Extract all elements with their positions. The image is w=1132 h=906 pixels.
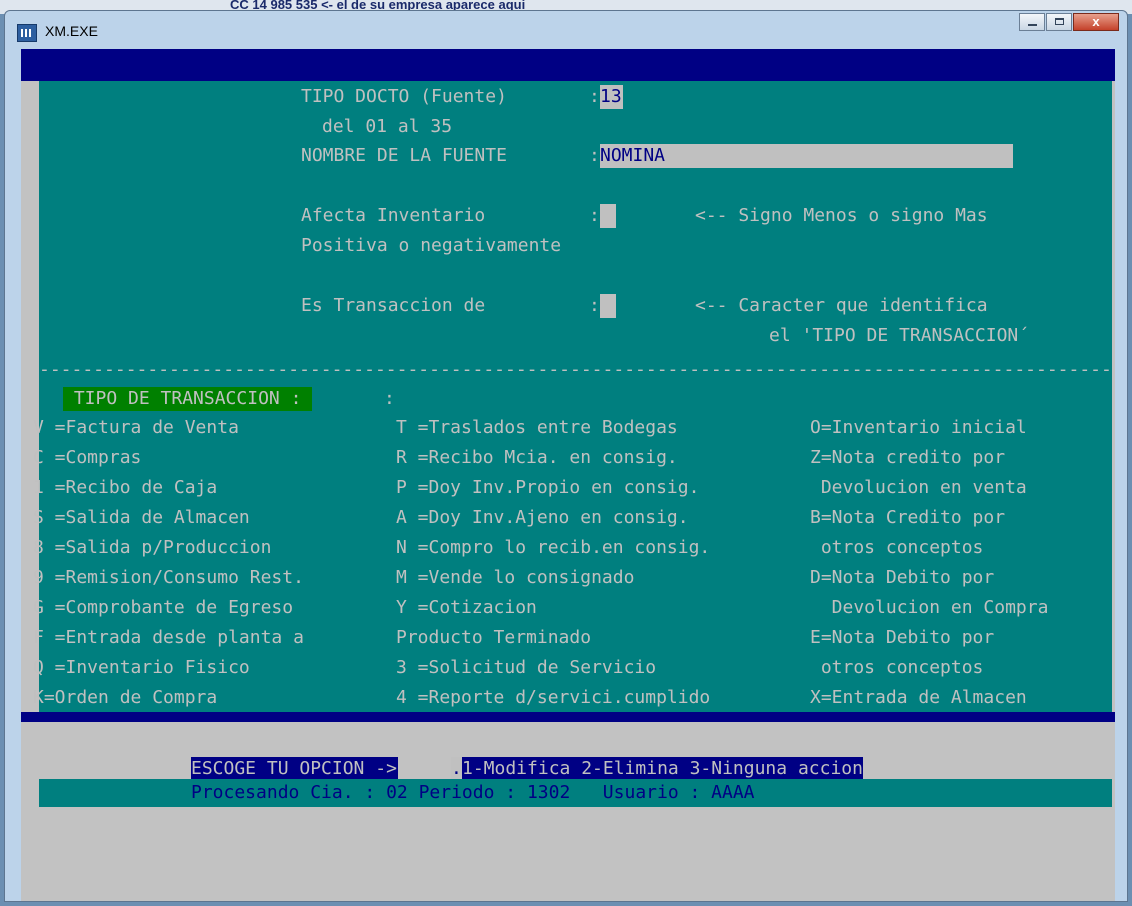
nombre-colon: : — [589, 145, 600, 166]
close-button[interactable]: x — [1073, 13, 1119, 31]
option-list-item: 8 =Salida p/Produccion — [33, 537, 272, 558]
option-list-item: N =Compro lo recib.en consig. — [396, 537, 711, 558]
console-window: XM.EXE x TIPO DOCTO (Fuente) : 13 del 01… — [4, 10, 1128, 902]
option-list-item: Y =Cotizacion — [396, 597, 537, 618]
option-list-item: P =Doy Inv.Propio en consig. — [396, 477, 700, 498]
range-hint: del 01 al 35 — [322, 116, 453, 137]
tipo-docto-field[interactable]: 13 — [600, 85, 623, 109]
app-icon — [17, 24, 37, 42]
option-list-item: X=Entrada de Almacen — [810, 687, 1027, 708]
es-transaccion-field[interactable] — [600, 294, 616, 318]
window-title: XM.EXE — [45, 23, 98, 39]
tipo-transaccion-heading: TIPO DE TRANSACCION : — [63, 387, 313, 411]
close-icon: x — [1092, 14, 1100, 29]
title-bar[interactable]: XM.EXE x — [5, 11, 1127, 49]
afecta-colon: : — [589, 205, 600, 226]
es-transaccion-hint2: el 'TIPO DE TRANSACCION´ — [769, 325, 1030, 346]
afecta-field[interactable] — [600, 204, 616, 228]
console-screen[interactable]: TIPO DOCTO (Fuente) : 13 del 01 al 35 NO… — [21, 49, 1115, 901]
afecta-hint: <-- Signo Menos o signo Mas — [695, 205, 988, 226]
es-transaccion-label: Es Transaccion de — [301, 295, 486, 316]
option-list-item: C =Compras — [33, 447, 142, 468]
minimize-button[interactable] — [1019, 13, 1045, 31]
option-list-item: Devolucion en venta — [810, 477, 1027, 498]
option-list-item: Producto Terminado — [396, 627, 592, 648]
option-list-item: 9 =Remision/Consumo Rest. — [33, 567, 304, 588]
form-panel: TIPO DOCTO (Fuente) : 13 del 01 al 35 NO… — [33, 81, 1112, 712]
option-list-item: Q =Inventario Fisico — [33, 657, 250, 678]
option-list-item: otros conceptos — [810, 657, 984, 678]
window-controls: x — [1018, 13, 1119, 31]
option-list-item: V =Factura de Venta — [33, 417, 239, 438]
bottom-blue-band — [21, 712, 1115, 722]
status-text: Procesando Cia. : 02 Periodo : 1302 Usua… — [191, 782, 755, 803]
tipo-docto-label: TIPO DOCTO (Fuente) — [301, 86, 507, 107]
option-list-item: A =Doy Inv.Ajeno en consig. — [396, 507, 689, 528]
option-list-item: B=Nota Credito por — [810, 507, 1006, 528]
tipo-docto-colon: : — [589, 86, 600, 107]
option-list-item: G =Comprobante de Egreso — [33, 597, 294, 618]
maximize-button[interactable] — [1046, 13, 1072, 31]
nombre-field[interactable]: NOMINA — [600, 144, 1013, 168]
es-transaccion-colon: : — [589, 295, 600, 316]
option-list-item: Devolucion en Compra — [810, 597, 1049, 618]
option-list-item: O=Inventario inicial — [810, 417, 1027, 438]
afecta-label: Afecta Inventario — [301, 205, 486, 226]
option-list-item: 1 =Recibo de Caja — [33, 477, 218, 498]
option-list-item: Z=Nota credito por — [810, 447, 1006, 468]
option-list-item: S =Salida de Almacen — [33, 507, 250, 528]
afecta-hint2: Positiva o negativamente — [301, 235, 562, 256]
prompt-cursor[interactable]: . — [451, 757, 462, 781]
top-blue-band — [21, 49, 1115, 81]
tipo-transaccion-colon: : — [384, 388, 395, 409]
option-list-item: D=Nota Debito por — [810, 567, 995, 588]
prompt-label: ESCOGE TU OPCION -> — [191, 757, 398, 781]
option-list-item: F =Entrada desde planta a — [33, 627, 304, 648]
prompt-options: 1-Modifica 2-Elimina 3-Ninguna accion — [462, 757, 863, 781]
option-list-item: 3 =Solicitud de Servicio — [396, 657, 657, 678]
option-list-item: K=Orden de Compra — [33, 687, 218, 708]
option-list-item: 4 =Reporte d/servici.cumplido — [396, 687, 711, 708]
option-list-item: T =Traslados entre Bodegas — [396, 417, 678, 438]
separator-line: ----------------------------------------… — [39, 359, 1112, 380]
option-list-item: M =Vende lo consignado — [396, 567, 635, 588]
nombre-label: NOMBRE DE LA FUENTE — [301, 145, 507, 166]
es-transaccion-hint1: <-- Caracter que identifica — [695, 295, 988, 316]
option-list-item: E=Nota Debito por — [810, 627, 995, 648]
option-list-item: R =Recibo Mcia. en consig. — [396, 447, 678, 468]
option-list-item: otros conceptos — [810, 537, 984, 558]
